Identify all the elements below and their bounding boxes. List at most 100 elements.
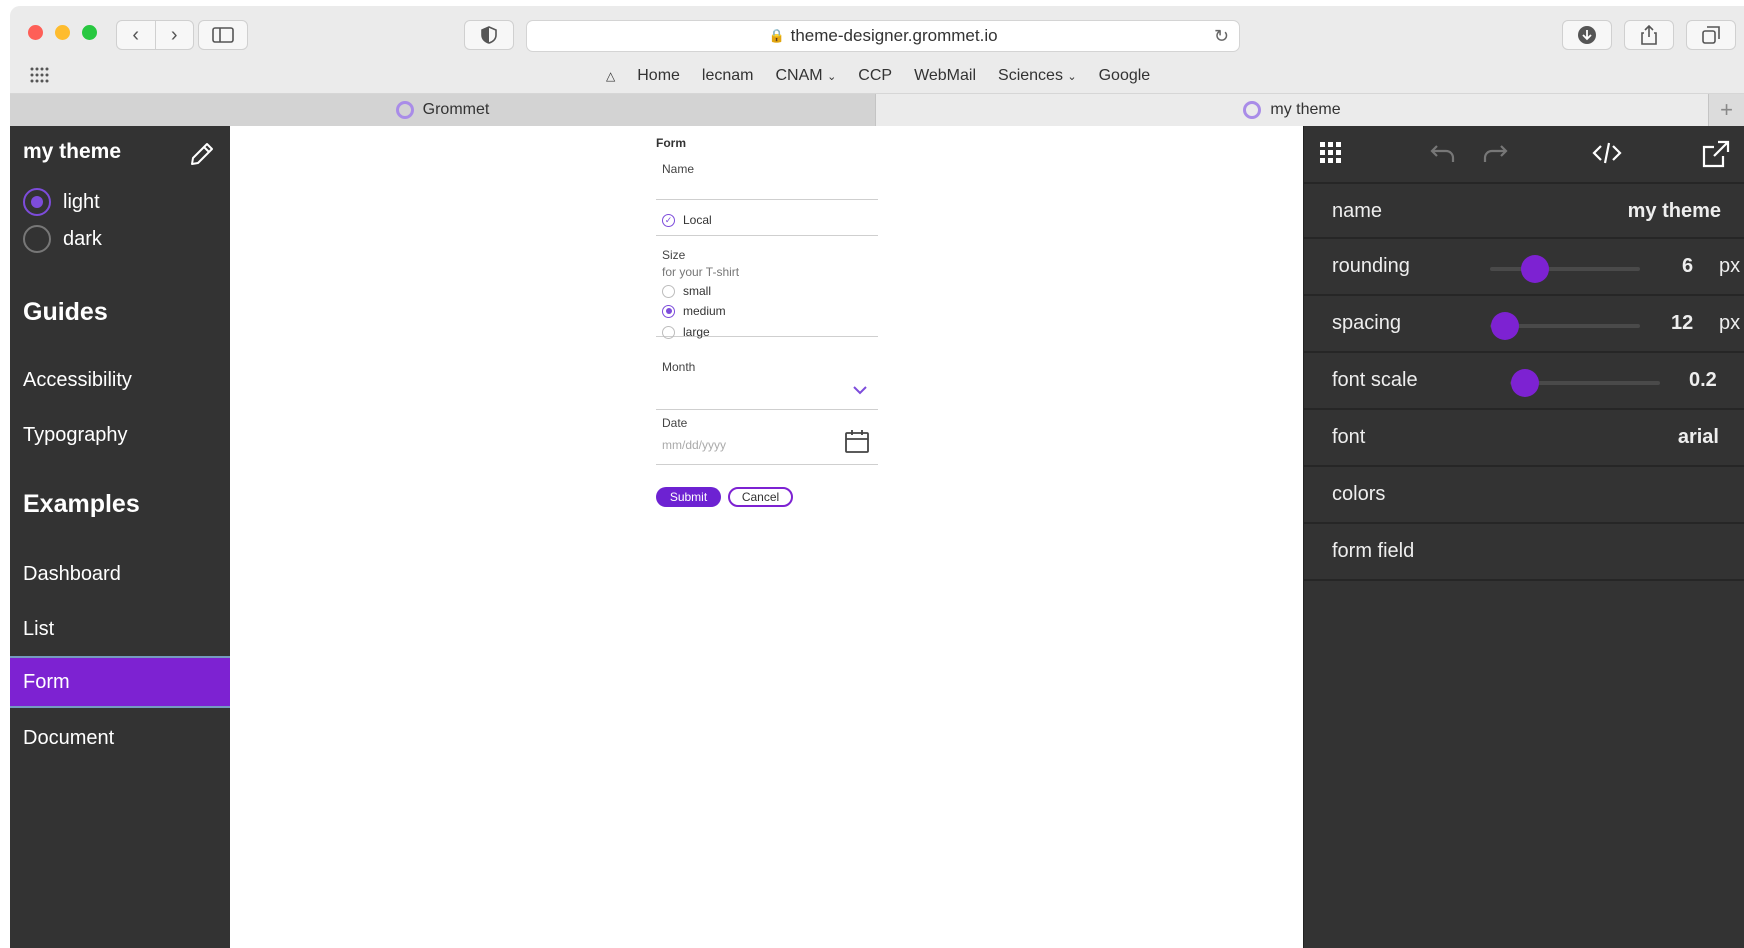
radio-selected-icon [23,188,51,216]
downloads-icon[interactable] [1562,20,1612,50]
bookmark-lecnam[interactable]: lecnam [702,67,754,85]
size-option-label: large [683,325,710,339]
bookmark-ccp[interactable]: CCP [858,67,892,85]
sidebar-item-label: Dashboard [23,562,121,585]
sidebar-toggle-icon[interactable] [198,20,248,50]
sidebar-item-list[interactable]: List [10,603,230,655]
grid-icon[interactable] [1318,140,1344,171]
chevron-down-icon: ⌄ [1067,71,1077,83]
sidebar-item-dashboard[interactable]: Dashboard [10,548,230,600]
triangle-icon[interactable]: △ [606,69,615,83]
month-label: Month [662,360,696,374]
bookmarks-bar: △ Home lecnam CNAM ⌄ CCP WebMail Science… [10,58,1744,94]
tab-grommet-label: Grommet [422,101,490,118]
theme-editor-panel: name my theme rounding 6 px spacing 12 p… [1303,126,1744,948]
size-option-label: small [683,284,712,298]
slider-knob[interactable] [1511,369,1539,397]
name-value[interactable]: my theme [1628,200,1721,223]
colors-label: colors [1332,483,1386,505]
history-nav: ‹ › [116,20,194,50]
panel-row-form-field[interactable]: form field [1304,524,1744,581]
bookmark-sciences-label: Sciences [998,67,1063,84]
font-scale-slider[interactable] [1510,369,1660,397]
browser-window: ‹ › 🔒 theme-designer.grommet.io ↻ △ Home… [10,6,1744,948]
new-tab-icon[interactable]: + [1708,94,1744,126]
bookmark-google[interactable]: Google [1099,67,1151,85]
share-icon[interactable] [1702,140,1730,173]
size-option-small[interactable]: small [662,284,711,298]
name-label: name [1332,200,1383,222]
browser-toolbar: ‹ › 🔒 theme-designer.grommet.io ↻ [10,6,1744,58]
slider-knob[interactable] [1491,312,1519,340]
panel-row-font[interactable]: font arial [1304,410,1744,467]
panel-row-name[interactable]: name my theme [1304,182,1744,239]
bookmark-home[interactable]: Home [637,67,680,85]
slider-knob[interactable] [1521,255,1549,283]
local-field: ✓ Local [656,204,878,236]
theme-sidebar: my theme light dark Guides Accessibility… [10,126,230,948]
tab-overview-icon[interactable] [1686,20,1736,50]
bookmark-cnam-label: CNAM [775,67,823,84]
rounding-label: rounding [1332,255,1410,277]
check-icon: ✓ [662,213,675,227]
lock-icon: 🔒 [768,28,785,43]
date-label: Date [662,416,688,430]
bookmark-cnam[interactable]: CNAM ⌄ [776,67,837,85]
bookmark-sciences[interactable]: Sciences ⌄ [998,67,1077,85]
bookmark-webmail[interactable]: WebMail [914,67,976,85]
address-bar[interactable]: 🔒 theme-designer.grommet.io ↻ [526,20,1240,52]
spacing-slider[interactable] [1490,312,1640,340]
chevron-down-icon[interactable] [852,382,868,400]
tab-grommet[interactable]: Grommet [10,94,876,126]
date-placeholder: mm/dd/yyyy [662,438,727,452]
font-label: font [1332,426,1366,448]
mode-dark-label: dark [63,227,102,250]
radio-selected-icon [662,304,675,318]
date-field[interactable]: Date mm/dd/yyyy [656,410,878,465]
month-select[interactable]: Month [656,354,878,410]
size-option-medium[interactable]: medium [662,304,726,318]
cancel-button[interactable]: Cancel [728,487,793,507]
theme-title: my theme [23,140,122,163]
sidebar-item-label: Form [23,670,70,693]
sidebar-item-typography[interactable]: Typography [10,409,230,461]
examples-heading: Examples [23,490,140,518]
sidebar-item-label: Document [23,726,115,749]
sidebar-item-label: Accessibility [23,368,132,391]
rounding-value: 6 [1682,255,1694,277]
font-scale-value: 0.2 [1689,369,1717,391]
radio-unselected-icon [662,325,675,339]
sidebar-item-form[interactable]: Form [10,656,230,708]
mode-dark[interactable]: dark [23,225,102,253]
redo-icon[interactable] [1482,140,1510,171]
page-content: my theme light dark Guides Accessibility… [10,126,1744,948]
size-option-large[interactable]: large [662,325,710,339]
panel-row-colors[interactable]: colors [1304,467,1744,524]
share-browser-icon[interactable] [1624,20,1674,50]
sidebar-item-document[interactable]: Document [10,712,230,764]
name-field[interactable]: Name [656,156,878,200]
grommet-logo-icon [395,101,414,119]
undo-icon[interactable] [1428,140,1456,171]
code-icon[interactable] [1592,140,1622,171]
calendar-icon[interactable] [844,428,870,459]
close-window-button[interactable] [28,25,43,40]
radio-unselected-icon [662,284,675,298]
form-field-label: form field [1332,540,1415,562]
sidebar-item-accessibility[interactable]: Accessibility [10,354,230,406]
mode-light[interactable]: light [23,188,100,216]
rounding-slider[interactable] [1490,255,1640,283]
size-help: for your T-shirt [662,265,740,279]
apps-grid-icon[interactable] [30,67,50,88]
forward-icon[interactable]: › [156,21,194,49]
tab-my-theme[interactable]: my theme [876,94,1708,126]
reload-icon[interactable]: ↻ [1214,26,1229,47]
minimize-window-button[interactable] [55,25,70,40]
zoom-window-button[interactable] [82,25,97,40]
pencil-icon[interactable] [188,140,216,173]
privacy-shield-icon[interactable] [464,20,514,50]
submit-button[interactable]: Submit [656,487,721,507]
back-icon[interactable]: ‹ [117,21,156,49]
font-value[interactable]: arial [1678,426,1719,449]
local-checkbox[interactable]: ✓ Local [662,213,712,227]
